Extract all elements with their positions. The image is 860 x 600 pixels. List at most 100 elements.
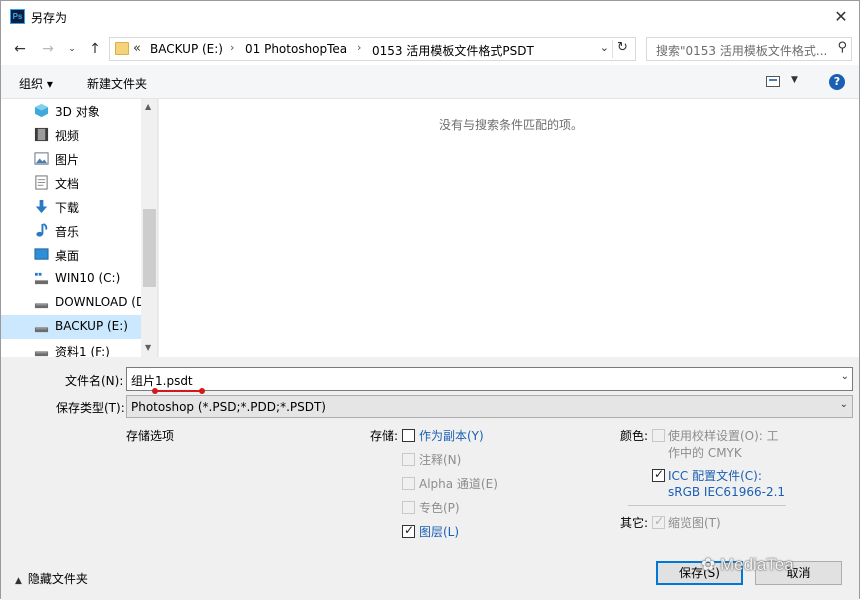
red-annotation-line (155, 390, 203, 392)
nav-item-label: 音乐 (55, 225, 80, 239)
color-label: 颜色: (620, 429, 649, 443)
nav-item-3d-objects[interactable]: 3D 对象 (1, 99, 141, 123)
spot-colors-checkbox (402, 501, 415, 514)
icc-profile-checkbox[interactable]: ✓ (652, 467, 665, 482)
3d-objects-icon (34, 103, 49, 118)
checkmark-icon: ✓ (654, 467, 665, 481)
desktop-icon (34, 248, 49, 260)
nav-item-pictures[interactable]: 图片 (1, 147, 141, 171)
nav-item-label: 3D 对象 (55, 105, 100, 119)
thumbnail-label: 缩览图(T) (668, 516, 721, 530)
breadcrumb-separator-icon[interactable]: › (230, 41, 234, 54)
photoshop-app-icon: Ps (10, 9, 25, 24)
breadcrumb-backup[interactable]: BACKUP (E:) (150, 42, 223, 56)
nav-item-drive-f[interactable]: 资料1 (F:) (1, 339, 141, 357)
nav-item-drive-d[interactable]: DOWNLOAD (D (1, 291, 145, 315)
annotations-checkbox (402, 453, 415, 466)
divider (628, 505, 786, 506)
downloads-icon (35, 199, 48, 214)
checkmark-icon: ✓ (404, 523, 415, 537)
music-icon (36, 223, 48, 237)
use-proof-setup-checkbox (652, 429, 665, 442)
overflow-chevron-icon[interactable]: « (133, 41, 141, 56)
nav-item-label: 视频 (55, 129, 80, 143)
save-as-dialog: Ps 另存为 ✕ ← → ⌄ ↑ « BACKUP (E:) › 01 Phot… (0, 0, 860, 600)
search-icon[interactable]: ⚲ (834, 40, 847, 55)
use-proof-setup-label: 使用校样设置(O): 工 (668, 429, 779, 443)
windows-drive-icon (34, 272, 49, 285)
help-icon[interactable]: ? (829, 74, 845, 90)
nav-item-label: 下载 (55, 201, 80, 215)
search-input[interactable]: 搜索"0153 活用模板文件格式... ⚲ (646, 37, 852, 61)
organize-menu[interactable]: 组织 ▾ (19, 75, 53, 92)
scroll-thumb[interactable] (143, 209, 156, 287)
nav-scrollbar[interactable]: ▲ ▼ (141, 99, 157, 357)
nav-item-music[interactable]: 音乐 (1, 219, 141, 243)
filename-field[interactable]: 组片1.psdt ⌄ (126, 367, 853, 391)
scroll-down-icon[interactable]: ▼ (145, 343, 151, 352)
nav-item-label: DOWNLOAD (D (55, 295, 146, 309)
watermark-text: MediaTea (719, 555, 794, 574)
thumbnail-checkbox: ✓ (652, 514, 665, 529)
folder-icon (115, 42, 129, 55)
layers-label[interactable]: 图层(L) (419, 523, 459, 540)
nav-item-drive-c[interactable]: WIN10 (C:) (1, 267, 141, 291)
filename-value: 组片1.psdt (131, 374, 193, 388)
command-bar: 组织 ▾ 新建文件夹 ▼ ? (1, 65, 859, 99)
other-label: 其它: (620, 516, 649, 530)
empty-results-message: 没有与搜索条件匹配的项。 (439, 118, 584, 132)
checkmark-icon: ✓ (654, 514, 665, 528)
filename-dropdown-icon[interactable]: ⌄ (841, 371, 849, 382)
address-bar[interactable]: « BACKUP (E:) › 01 PhotoshopTea › 0153 活… (109, 37, 636, 61)
close-button[interactable]: ✕ (829, 5, 853, 29)
as-copy-label[interactable]: 作为副本(Y) (419, 427, 484, 444)
search-placeholder: 搜索"0153 活用模板文件格式... (656, 44, 828, 58)
refresh-icon[interactable]: ↻ (612, 40, 632, 58)
filename-label: 文件名(N): (65, 374, 124, 388)
view-dropdown-icon[interactable]: ▼ (791, 75, 798, 85)
use-proof-setup-label-cont: 作中的 CMYK (668, 446, 742, 460)
nav-item-drive-e[interactable]: BACKUP (E:) (1, 315, 141, 339)
new-folder-button[interactable]: 新建文件夹 (87, 75, 147, 92)
nav-item-label: 文档 (55, 177, 80, 191)
forward-arrow-icon[interactable]: → (38, 39, 58, 59)
red-annotation-dot (152, 388, 158, 394)
storage-label: 存储: (370, 429, 399, 443)
breadcrumb-photoshoptea[interactable]: 01 PhotoshopTea (245, 42, 347, 56)
drive-icon (34, 303, 49, 309)
filetype-select[interactable]: Photoshop (*.PSD;*.PDD;*.PSDT) ⌄ (126, 395, 853, 418)
breadcrumb-current-folder[interactable]: 0153 活用模板文件格式PSDT (372, 42, 534, 59)
view-options-icon[interactable] (766, 76, 780, 87)
nav-item-documents[interactable]: 文档 (1, 171, 141, 195)
up-arrow-icon[interactable]: ↑ (85, 39, 105, 59)
back-arrow-icon[interactable]: ← (10, 39, 30, 59)
alpha-channels-checkbox (402, 477, 415, 490)
nav-item-label: 图片 (55, 153, 80, 167)
red-annotation-dot (199, 388, 205, 394)
nav-item-desktop[interactable]: 桌面 (1, 243, 141, 267)
drive-icon (34, 327, 49, 333)
filetype-dropdown-icon[interactable]: ⌄ (840, 399, 848, 410)
hide-folders-toggle[interactable]: ▲ 隐藏文件夹 (15, 570, 88, 587)
address-dropdown-icon[interactable]: ⌄ (600, 41, 609, 54)
save-form: 文件名(N): 组片1.psdt ⌄ 保存类型(T): Photoshop (*… (1, 357, 859, 600)
video-icon (34, 127, 49, 142)
nav-item-downloads[interactable]: 下载 (1, 195, 141, 219)
nav-item-label: BACKUP (E:) (55, 319, 128, 333)
icc-profile-label[interactable]: ICC 配置文件(C): (668, 467, 762, 484)
icc-profile-name: sRGB IEC61966-2.1 (668, 485, 786, 499)
file-list-view[interactable]: 没有与搜索条件匹配的项。 (159, 99, 859, 357)
spot-colors-label: 专色(P) (419, 501, 460, 515)
window-title: 另存为 (31, 11, 68, 25)
recent-locations-chevron-icon[interactable]: ⌄ (62, 39, 82, 59)
title-bar: Ps 另存为 ✕ (1, 1, 859, 33)
filetype-label: 保存类型(T): (56, 401, 125, 415)
breadcrumb-separator-icon[interactable]: › (357, 41, 361, 54)
address-row: ← → ⌄ ↑ « BACKUP (E:) › 01 PhotoshopTea … (1, 33, 859, 65)
alpha-channels-label: Alpha 通道(E) (419, 477, 498, 491)
scroll-up-icon[interactable]: ▲ (145, 102, 151, 111)
layers-checkbox[interactable]: ✓ (402, 523, 415, 538)
as-copy-checkbox[interactable] (402, 429, 415, 442)
nav-item-videos[interactable]: 视频 (1, 123, 141, 147)
hide-folders-label: 隐藏文件夹 (27, 572, 88, 586)
